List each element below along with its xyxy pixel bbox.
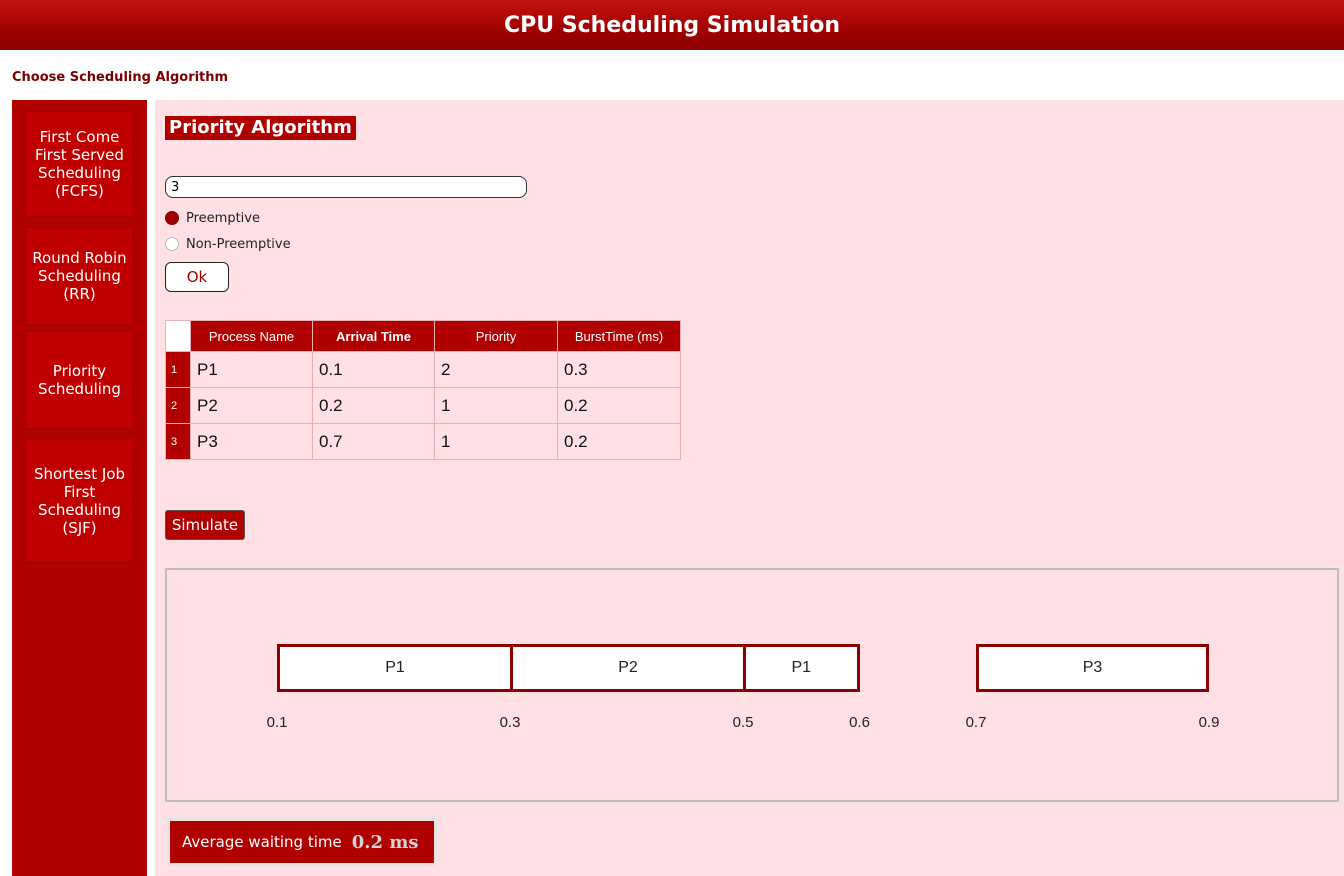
algorithm-title: Priority Algorithm [165,116,356,140]
gantt-tick-label: 0.6 [849,714,870,731]
column-header-burst-time[interactable]: BurstTime (ms) [557,320,681,352]
row-number: 1 [165,351,191,388]
table-cell[interactable]: 0.3 [557,351,681,388]
sidebar-item-label: Shortest Job First Scheduling (SJF) [33,465,126,537]
main-panel: Priority Algorithm Preemptive Non-Preemp… [155,100,1344,876]
table-cell[interactable]: P2 [190,387,313,424]
table-cell[interactable]: 1 [434,387,558,424]
radio-label: Non-Preemptive [186,236,291,252]
radio-checked-icon [165,211,179,225]
ok-button[interactable]: Ok [165,262,229,292]
gantt-tick-label: 0.3 [499,714,521,731]
table-header-row: Process Name Arrival Time Priority Burst… [165,320,681,352]
sidebar-item-label: Round Robin Scheduling (RR) [32,249,127,303]
table-cell[interactable]: 0.2 [557,387,681,424]
table-cell[interactable]: 1 [434,423,558,460]
row-number: 2 [165,387,191,424]
gantt-bar-label: P3 [1082,659,1103,676]
table-row: 3 P3 0.7 1 0.2 [165,423,681,460]
radio-unchecked-icon [165,237,179,251]
column-header-process-name[interactable]: Process Name [190,320,313,352]
table-corner-cell [165,320,191,352]
gantt-chart: P1 P2 P1 P3 0.1 0.3 0.5 0.6 0.7 0.9 [165,568,1339,802]
gantt-bar-label: P2 [618,659,638,676]
process-table: Process Name Arrival Time Priority Burst… [165,320,681,460]
table-cell[interactable]: 0.7 [312,423,435,460]
sidebar-item-label: First Come First Served Scheduling (FCFS… [35,128,124,200]
radio-label: Preemptive [186,210,260,226]
gantt-tick-label: 0.5 [732,714,754,731]
row-number: 3 [165,423,191,460]
average-waiting-time-box: Average waiting time 0.2 ms [167,818,437,866]
sidebar-item-priority[interactable]: Priority Scheduling [26,332,133,428]
table-row: 2 P2 0.2 1 0.2 [165,387,681,424]
gantt-bar: P2 [510,644,746,692]
table-row: 1 P1 0.1 2 0.3 [165,351,681,388]
table-cell[interactable]: P3 [190,423,313,460]
app-header: CPU Scheduling Simulation [0,0,1344,50]
radio-preemptive[interactable]: Preemptive [165,208,260,228]
sidebar: First Come First Served Scheduling (FCFS… [12,100,147,876]
gantt-bar-label: P1 [791,659,812,676]
process-count-input[interactable] [165,176,527,198]
radio-non-preemptive[interactable]: Non-Preemptive [165,234,291,254]
app-title: CPU Scheduling Simulation [503,13,840,38]
sidebar-item-rr[interactable]: Round Robin Scheduling (RR) [26,228,133,324]
gantt-bar: P1 [277,644,513,692]
gantt-bar: P1 [743,644,860,692]
gantt-bar: P3 [976,644,1209,692]
sidebar-item-label: Priority Scheduling [38,362,121,398]
gantt-tick-label: 0.7 [965,714,987,731]
choose-algorithm-label: Choose Scheduling Algorithm [12,70,229,85]
table-cell[interactable]: 0.1 [312,351,435,388]
table-cell[interactable]: P1 [190,351,313,388]
gantt-tick-label: 0.9 [1198,714,1220,731]
gantt-tick-label: 0.1 [266,714,288,731]
sidebar-item-sjf[interactable]: Shortest Job First Scheduling (SJF) [26,440,133,562]
table-cell[interactable]: 0.2 [312,387,435,424]
sidebar-item-fcfs[interactable]: First Come First Served Scheduling (FCFS… [26,112,133,216]
average-waiting-time-label: Average waiting time [182,833,342,851]
column-header-priority[interactable]: Priority [434,320,558,352]
average-waiting-time-value: 0.2 ms [351,831,419,853]
table-cell[interactable]: 2 [434,351,558,388]
simulate-button[interactable]: Simulate [165,510,245,540]
gantt-bar-label: P1 [385,659,405,676]
column-header-arrival-time[interactable]: Arrival Time [312,320,435,352]
table-cell[interactable]: 0.2 [557,423,681,460]
